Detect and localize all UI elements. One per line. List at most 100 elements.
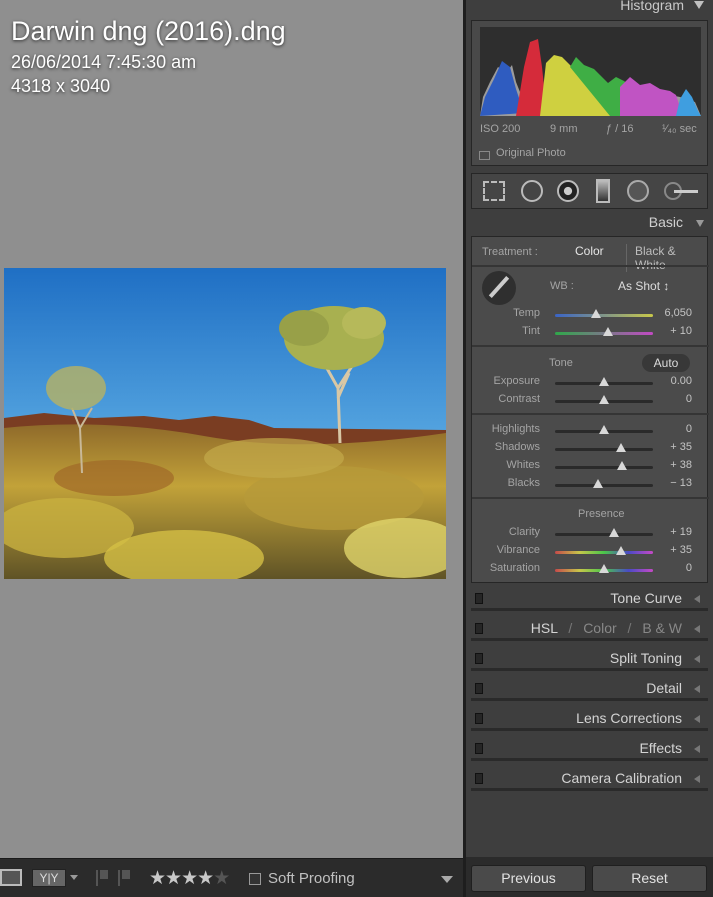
panel-toggle-switch[interactable] <box>475 683 483 694</box>
tone-label: Tone <box>549 357 573 369</box>
panel-toggle-switch[interactable] <box>475 653 483 664</box>
blacks-slider[interactable] <box>555 479 653 488</box>
crop-overlay-icon[interactable] <box>483 181 505 201</box>
image-viewer[interactable]: Darwin dng (2016).dng 26/06/2014 7:45:30… <box>0 0 465 858</box>
contrast-slider[interactable] <box>555 395 653 404</box>
saturation-slider-thumb[interactable] <box>599 564 609 573</box>
flag-reject-icon[interactable] <box>118 870 130 886</box>
previous-button[interactable]: Previous <box>471 865 586 892</box>
color-tab[interactable]: Color <box>583 620 616 636</box>
develop-right-panel: Histogram ISO 200 9 mm ƒ / 16 ¹⁄₄₀ sec O… <box>466 0 713 897</box>
view-options-dropdown-icon[interactable] <box>70 875 78 880</box>
saturation-label: Saturation <box>489 562 540 574</box>
vibrance-slider-thumb[interactable] <box>615 546 626 555</box>
temp-slider-thumb[interactable] <box>591 309 602 318</box>
whites-value[interactable]: + 38 <box>652 459 692 471</box>
camera-calibration-panel-header[interactable]: Camera Calibration <box>471 767 708 791</box>
blacks-slider-thumb[interactable] <box>593 479 604 488</box>
temp-slider[interactable] <box>555 309 653 318</box>
histogram-collapse-icon[interactable] <box>694 1 704 9</box>
split-toning-panel-header[interactable]: Split Toning <box>471 647 708 671</box>
reset-button[interactable]: Reset <box>592 865 707 892</box>
toolbar-menu-icon[interactable] <box>441 876 453 883</box>
whites-slider[interactable] <box>555 461 653 470</box>
photo-dimensions: 4318 x 3040 <box>11 76 111 96</box>
basic-collapse-icon[interactable] <box>696 220 704 227</box>
panel-toggle-switch[interactable] <box>475 743 483 754</box>
original-photo-checkbox[interactable] <box>479 151 490 160</box>
basic-panel-title[interactable]: Basic <box>649 214 683 230</box>
soft-proofing-checkbox[interactable] <box>249 873 261 885</box>
clarity-slider-thumb[interactable] <box>608 528 619 537</box>
red-eye-icon[interactable] <box>557 180 579 202</box>
rating-star-icon[interactable]: ★ <box>197 868 214 889</box>
shadows-slider-thumb[interactable] <box>615 443 626 452</box>
detail-panel-header[interactable]: Detail <box>471 677 708 701</box>
basic-panel: Treatment : Color Black & White WB : As … <box>471 236 709 583</box>
histogram-title[interactable]: Histogram <box>620 0 684 13</box>
exposure-slider[interactable] <box>555 377 653 386</box>
tint-value[interactable]: + 10 <box>652 325 692 337</box>
hsl-panel-header[interactable]: HSL / Color / B & W <box>471 617 708 641</box>
star-rating[interactable]: ★★★★★ <box>149 867 230 890</box>
tint-slider[interactable] <box>555 327 653 336</box>
clarity-slider[interactable] <box>555 528 653 537</box>
vibrance-slider[interactable] <box>555 546 653 555</box>
radial-filter-icon[interactable] <box>627 180 649 202</box>
effects-title: Effects <box>639 740 682 756</box>
clarity-value[interactable]: + 19 <box>652 526 692 538</box>
rating-star-icon[interactable]: ★ <box>181 868 198 889</box>
graduated-filter-icon[interactable] <box>596 179 610 203</box>
bw-tab[interactable]: B & W <box>642 620 682 636</box>
exposure-value[interactable]: 0.00 <box>652 375 692 387</box>
whites-slider-thumb[interactable] <box>616 461 627 470</box>
lens-corrections-panel-header[interactable]: Lens Corrections <box>471 707 708 731</box>
blacks-value[interactable]: − 13 <box>652 477 692 489</box>
exposure-slider-thumb[interactable] <box>599 377 609 386</box>
treatment-color-button[interactable]: Color <box>575 244 604 258</box>
saturation-value[interactable]: 0 <box>652 562 692 574</box>
contrast-slider-thumb[interactable] <box>599 395 609 404</box>
expand-arrow-icon <box>694 625 700 633</box>
panel-toggle-switch[interactable] <box>475 623 483 634</box>
flag-pick-icon[interactable] <box>96 870 108 886</box>
panel-toggle-switch[interactable] <box>475 773 483 784</box>
tone-auto-button[interactable]: Auto <box>642 354 690 372</box>
hsl-tab[interactable]: HSL <box>531 620 558 636</box>
rating-star-icon[interactable]: ★ <box>149 868 166 889</box>
histogram-graph[interactable] <box>480 27 701 116</box>
highlights-value[interactable]: 0 <box>652 423 692 435</box>
tone-curve-panel-header[interactable]: Tone Curve <box>471 587 708 611</box>
shadows-value[interactable]: + 35 <box>652 441 692 453</box>
wb-eyedropper-icon[interactable] <box>482 271 516 305</box>
expand-arrow-icon <box>694 715 700 723</box>
rating-star-icon[interactable]: ★ <box>213 868 230 889</box>
histogram-panel: ISO 200 9 mm ƒ / 16 ¹⁄₄₀ sec Original Ph… <box>471 20 708 166</box>
tint-label: Tint <box>522 325 540 337</box>
expand-arrow-icon <box>694 745 700 753</box>
saturation-slider[interactable] <box>555 564 653 573</box>
loupe-view-icon[interactable] <box>0 869 22 886</box>
highlights-slider-thumb[interactable] <box>599 425 609 434</box>
compare-view-icon[interactable]: Y|Y <box>32 869 66 887</box>
exif-shutter-speed: ¹⁄₄₀ sec <box>662 123 697 135</box>
soft-proofing-label: Soft Proofing <box>268 870 355 887</box>
panel-toggle-switch[interactable] <box>475 593 483 604</box>
rating-star-icon[interactable]: ★ <box>165 868 182 889</box>
lens-corrections-title: Lens Corrections <box>576 710 682 726</box>
spot-removal-icon[interactable] <box>521 180 543 202</box>
treatment-label: Treatment : <box>482 246 538 258</box>
photo-preview[interactable] <box>4 268 446 579</box>
treatment-bw-button[interactable]: Black & White <box>626 244 707 272</box>
shadows-slider[interactable] <box>555 443 653 452</box>
temp-value[interactable]: 6,050 <box>652 307 692 319</box>
contrast-label: Contrast <box>498 393 540 405</box>
contrast-value[interactable]: 0 <box>652 393 692 405</box>
panel-toggle-switch[interactable] <box>475 713 483 724</box>
adjustment-brush-icon[interactable] <box>664 182 699 200</box>
wb-dropdown[interactable]: As Shot ↕ <box>618 279 669 293</box>
tint-slider-thumb[interactable] <box>602 327 613 336</box>
highlights-slider[interactable] <box>555 425 653 434</box>
effects-panel-header[interactable]: Effects <box>471 737 708 761</box>
vibrance-value[interactable]: + 35 <box>652 544 692 556</box>
